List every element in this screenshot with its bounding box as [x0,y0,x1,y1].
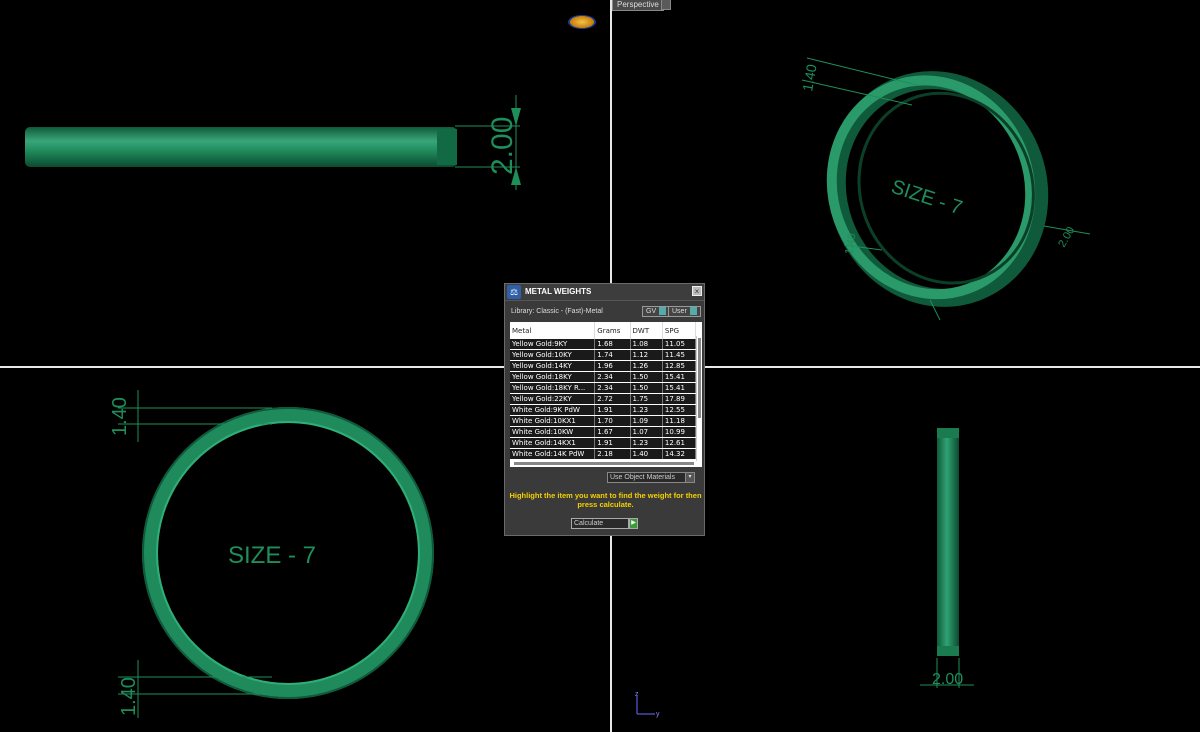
play-icon[interactable]: ▶ [629,518,638,529]
cell-dwt[interactable]: 1.09 [630,415,663,427]
cell-spg[interactable]: 15.41 [662,371,697,383]
viewport-mode-label[interactable]: Perspective [612,0,664,11]
cell-dwt[interactable]: 1.26 [630,360,663,372]
metal-weights-dialog: ⚖ METAL WEIGHTS × Library: Classic - (Fa… [504,283,705,536]
horizontal-scrollbar[interactable] [514,462,694,465]
table-row[interactable]: Yellow Gold:18KY 2.34 1.50 15.41 [510,371,697,383]
unit-gv-button[interactable]: GV [642,306,671,317]
dialog-title: METAL WEIGHTS [525,287,592,296]
unit-gv-label: GV [646,308,657,315]
scale-icon: ⚖ [507,285,521,299]
cell-dwt[interactable]: 1.07 [630,426,663,438]
cell-metal[interactable]: Yellow Gold:18KY [510,371,596,383]
cell-spg[interactable]: 15.41 [662,382,697,394]
toggle-icon [659,307,667,316]
cell-metal[interactable]: Yellow Gold:10KY [510,349,596,361]
cell-spg[interactable]: 14.32 [662,448,697,460]
table-row[interactable]: Yellow Gold:9KY 1.68 1.08 11.05 [510,339,697,350]
cell-grams[interactable]: 1.70 [594,415,631,427]
cell-spg[interactable]: 11.45 [662,349,697,361]
column-header-dwt[interactable]: DWT [630,322,663,339]
cell-metal[interactable]: Yellow Gold:9KY [510,339,596,350]
table-row[interactable]: White Gold:14KX1 1.91 1.23 12.61 [510,437,697,449]
cell-metal[interactable]: Yellow Gold:18KY R... [510,382,596,394]
app-logo-icon [568,15,596,29]
table-row[interactable]: Yellow Gold:22KY 2.72 1.75 17.89 [510,393,697,405]
cell-grams[interactable]: 2.18 [594,448,631,460]
dimension-label: 1.40 [799,63,820,93]
cell-grams[interactable]: 2.34 [594,382,631,394]
table-row[interactable]: White Gold:10KW 1.67 1.07 10.99 [510,426,697,438]
toggle-icon [689,307,697,316]
cell-dwt[interactable]: 1.08 [630,339,663,350]
close-button[interactable]: × [692,286,702,296]
cell-metal[interactable]: White Gold:10KW [510,426,596,438]
cell-dwt[interactable]: 1.40 [630,448,663,460]
chevron-down-icon[interactable] [661,0,671,10]
dimension-label: 2.00 [932,671,963,688]
cell-metal[interactable]: White Gold:14K PdW [510,448,596,460]
cell-spg[interactable]: 12.55 [662,404,697,416]
cell-grams[interactable]: 2.34 [594,371,631,383]
cell-dwt[interactable]: 1.50 [630,371,663,383]
cell-grams[interactable]: 1.74 [594,349,631,361]
cell-metal[interactable]: Yellow Gold:14KY [510,360,596,372]
unit-user-label: User [672,308,687,315]
table-row[interactable]: White Gold:10KX1 1.70 1.09 11.18 [510,415,697,427]
cell-metal[interactable]: White Gold:10KX1 [510,415,596,427]
instruction-text: Highlight the item you want to find the … [509,491,702,509]
table-row[interactable]: Yellow Gold:10KY 1.74 1.12 11.45 [510,349,697,361]
cell-grams[interactable]: 1.67 [594,426,631,438]
ring-engraving-text: SIZE - 7 [228,542,316,569]
column-header-spg[interactable]: SPG [662,322,697,339]
library-label: Library: Classic - (Fast)-Metal [511,308,603,315]
cell-grams[interactable]: 1.68 [594,339,631,350]
cell-spg[interactable]: 12.61 [662,437,697,449]
cell-dwt[interactable]: 1.75 [630,393,663,405]
cell-grams[interactable]: 1.91 [594,404,631,416]
cell-grams[interactable]: 1.91 [594,437,631,449]
cell-grams[interactable]: 2.72 [594,393,631,405]
cell-dwt[interactable]: 1.23 [630,404,663,416]
table-row[interactable]: White Gold:14K PdW 2.18 1.40 14.32 [510,448,697,460]
cell-metal[interactable]: White Gold:9K PdW [510,404,596,416]
calculate-button[interactable]: Calculate [571,518,629,529]
vertical-scrollbar[interactable] [696,336,702,461]
scrollbar-thumb[interactable] [698,338,701,418]
column-header-metal[interactable]: Metal [510,322,596,339]
cell-metal[interactable]: White Gold:14KX1 [510,437,596,449]
cell-spg[interactable]: 10.99 [662,426,697,438]
axis-gizmo: z y [635,691,660,718]
cell-grams[interactable]: 1.96 [594,360,631,372]
cell-dwt[interactable]: 1.12 [630,349,663,361]
dimension-label: 1.40 [118,677,140,716]
table-row[interactable]: Yellow Gold:18KY R... 2.34 1.50 15.41 [510,382,697,394]
dialog-titlebar[interactable]: ⚖ METAL WEIGHTS × [505,284,704,301]
cell-spg[interactable]: 17.89 [662,393,697,405]
cell-metal[interactable]: Yellow Gold:22KY [510,393,596,405]
axis-y-label: y [656,711,660,718]
ring-engraving-text: SIZE - 7 [888,176,965,220]
table-row[interactable]: White Gold:9K PdW 1.91 1.23 12.55 [510,404,697,416]
table-row[interactable]: Yellow Gold:14KY 1.96 1.26 12.85 [510,360,697,372]
dimension-label: 1.40 [109,397,131,436]
cell-spg[interactable]: 11.05 [662,339,697,350]
cell-spg[interactable]: 11.18 [662,415,697,427]
chevron-down-icon[interactable]: ▾ [685,472,695,483]
column-header-grams[interactable]: Grams [594,322,631,339]
axis-z-label: z [635,691,639,698]
metal-table[interactable]: Metal Grams DWT SPG Yellow Gold:9KY 1.68 1… [510,322,702,467]
cell-spg[interactable]: 12.85 [662,360,697,372]
cell-dwt[interactable]: 1.50 [630,382,663,394]
dimension-label: 2.00 [486,117,519,175]
cell-dwt[interactable]: 1.23 [630,437,663,449]
unit-user-button[interactable]: User [668,306,701,317]
materials-select[interactable]: Use Object Materials [607,472,695,483]
